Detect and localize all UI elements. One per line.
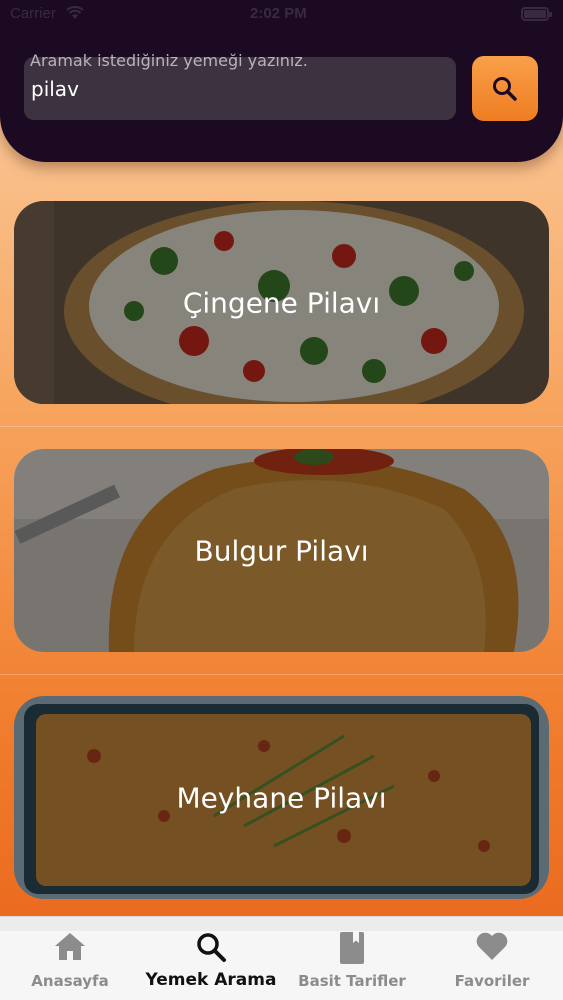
recipe-title: Çingene Pilavı (182, 286, 381, 319)
recipe-title: Bulgur Pilavı (194, 534, 369, 567)
tab-favoriler[interactable]: Favoriler (422, 917, 562, 1000)
search-header: Carrier 2:02 PM Aramak istediğiniz yemeğ… (0, 0, 563, 162)
search-icon (197, 933, 226, 962)
recipe-card-bulgur-pilavi[interactable]: Bulgur Pilavı (14, 449, 549, 652)
tab-basit-tarifler[interactable]: Basit Tarifler (282, 917, 422, 1000)
battery-icon (521, 7, 552, 21)
tab-label: Basit Tarifler (298, 972, 406, 990)
search-value[interactable]: pilav (31, 77, 79, 101)
status-carrier: Carrier (10, 5, 56, 22)
search-icon (493, 77, 517, 101)
wifi-icon (66, 6, 84, 19)
home-icon (55, 933, 85, 960)
heart-icon (476, 932, 508, 960)
recipe-card-cingene-pilavi[interactable]: Çingene Pilavı (14, 201, 549, 404)
book-icon (340, 932, 364, 964)
search-button[interactable] (472, 56, 538, 121)
search-input[interactable]: Aramak istediğiniz yemeği yazınız. pilav (24, 51, 456, 120)
search-placeholder: Aramak istediğiniz yemeği yazınız. (30, 51, 308, 70)
divider (0, 426, 563, 427)
tab-anasayfa[interactable]: Anasayfa (0, 917, 140, 1000)
recipe-card-meyhane-pilavi[interactable]: Meyhane Pilavı (14, 696, 549, 899)
tab-label: Anasayfa (31, 972, 109, 990)
tab-bar: Anasayfa Yemek Arama Basit Tarifler Favo… (0, 916, 563, 1000)
tab-yemek-arama[interactable]: Yemek Arama (141, 917, 281, 1000)
tab-label: Yemek Arama (145, 970, 277, 990)
status-bar: Carrier 2:02 PM (0, 0, 563, 30)
recipe-title: Meyhane Pilavı (176, 781, 387, 814)
divider (0, 674, 563, 675)
tab-label: Favoriler (454, 972, 530, 990)
status-time: 2:02 PM (250, 5, 307, 22)
